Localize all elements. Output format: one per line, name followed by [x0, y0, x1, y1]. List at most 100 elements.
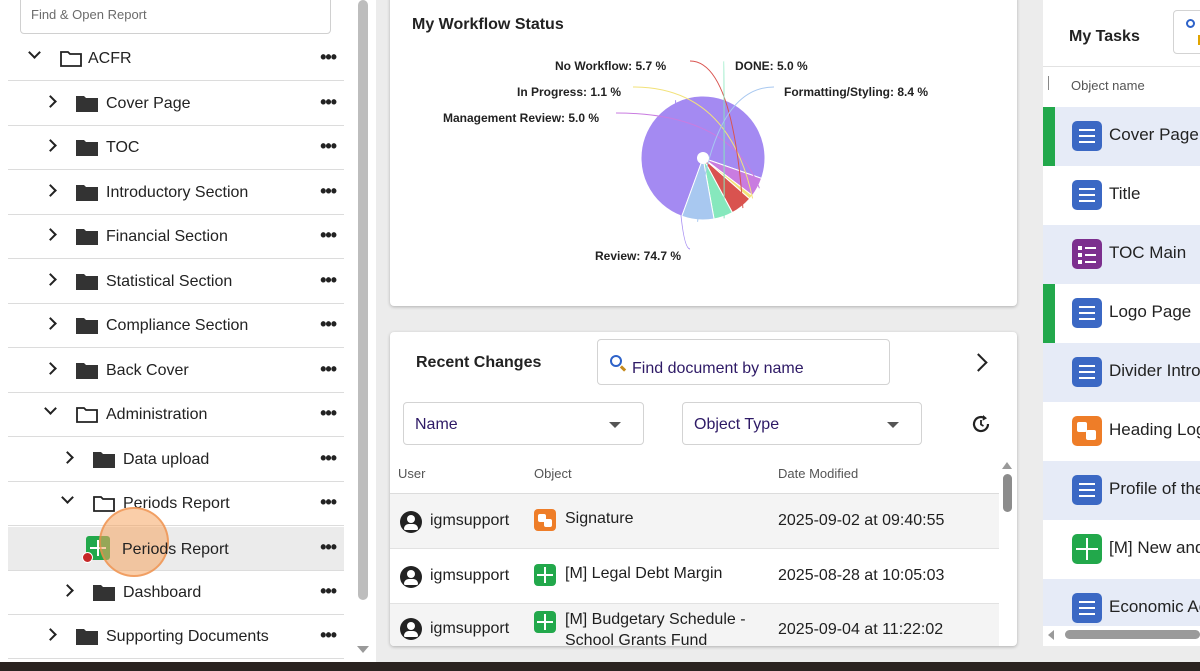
tree-label: Cover Page	[106, 95, 191, 112]
task-row[interactable]: Profile of the	[1043, 461, 1200, 520]
tree-item-periods-report[interactable]: Periods Report •••	[8, 507, 344, 577]
tree-item-introductory-section[interactable]: Introductory Section •••	[8, 171, 344, 215]
tree-item-periods-report-folder[interactable]: Periods Report •••	[8, 482, 344, 526]
tasks-horizontal-scrollbar[interactable]	[1065, 630, 1200, 639]
card-title: Recent Changes	[416, 354, 542, 371]
tree-root-acfr[interactable]: ACFR •••	[8, 37, 344, 81]
pie-label-no-workflow: No Workflow: 5.7 %	[555, 59, 667, 73]
more-options-icon[interactable]: •••	[320, 582, 337, 600]
chevron-right-icon[interactable]	[44, 628, 57, 641]
folder-icon	[76, 629, 98, 645]
status-indicator	[1043, 107, 1055, 166]
tree-item-statistical-section[interactable]: Statistical Section •••	[8, 260, 344, 304]
tree-item-supporting-documents[interactable]: Supporting Documents •••	[8, 615, 344, 659]
pie-label-review: Review: 74.7 %	[595, 249, 682, 263]
more-options-icon[interactable]: •••	[320, 182, 337, 200]
filter-name-select[interactable]: Name	[403, 402, 644, 445]
chevron-right-icon[interactable]	[44, 184, 57, 197]
chevron-down-icon[interactable]	[28, 46, 41, 59]
task-row[interactable]: Divider Intro	[1043, 343, 1200, 402]
chevron-right-icon[interactable]	[44, 228, 57, 241]
image-object-icon	[534, 509, 556, 531]
user-icon	[400, 511, 422, 533]
tree-label: Compliance Section	[106, 317, 249, 334]
filter-object-type-select[interactable]: Object Type	[682, 402, 922, 445]
scroll-left-icon[interactable]	[1048, 630, 1054, 640]
image-object-icon	[1072, 416, 1102, 446]
tree-label: Financial Section	[106, 228, 228, 245]
more-options-icon[interactable]: •••	[320, 48, 337, 66]
column-header-object-name[interactable]: Object name	[1071, 78, 1145, 93]
column-header-object[interactable]: Object	[534, 466, 572, 481]
column-header-user[interactable]: User	[398, 466, 425, 481]
task-row[interactable]: Heading Log	[1043, 402, 1200, 461]
pie-label-formatting: Formatting/Styling: 8.4 %	[784, 85, 929, 99]
column-header-date[interactable]: Date Modified	[778, 466, 858, 481]
document-icon	[1072, 180, 1102, 210]
document-icon	[1072, 593, 1102, 623]
chevron-right-icon[interactable]	[44, 362, 57, 375]
tasks-search-input[interactable]	[1173, 10, 1200, 54]
refresh-icon[interactable]	[970, 413, 992, 435]
tree-item-dashboard[interactable]: Dashboard •••	[8, 571, 344, 615]
chevron-right-icon[interactable]	[61, 451, 74, 464]
pie-label-in-progress: In Progress: 1.1 %	[517, 85, 622, 99]
spreadsheet-icon	[1072, 534, 1102, 564]
tree-item-back-cover[interactable]: Back Cover •••	[8, 349, 344, 393]
find-document-input[interactable]: Find document by name	[597, 339, 890, 385]
table-row[interactable]: igmsupport [M] Budgetary Schedule - Scho…	[390, 604, 999, 646]
tree-label: Administration	[106, 406, 208, 423]
more-options-icon[interactable]: •••	[320, 226, 337, 244]
more-options-icon[interactable]: •••	[320, 271, 337, 289]
folder-open-icon	[93, 496, 115, 512]
toc-list-icon	[1072, 239, 1102, 269]
more-options-icon[interactable]: •••	[320, 137, 337, 155]
tree-item-toc[interactable]: TOC •••	[8, 126, 344, 170]
folder-icon	[93, 585, 115, 601]
chevron-down-icon[interactable]	[44, 402, 57, 415]
more-options-icon[interactable]: •••	[320, 360, 337, 378]
more-options-icon[interactable]: •••	[320, 315, 337, 333]
tree-item-administration[interactable]: Administration •••	[8, 393, 344, 437]
chevron-down-icon[interactable]	[61, 491, 74, 504]
chevron-right-icon[interactable]	[44, 139, 57, 152]
scroll-down-icon[interactable]	[357, 646, 369, 653]
chevron-right-icon[interactable]	[61, 584, 74, 597]
folder-icon	[76, 96, 98, 112]
task-row[interactable]: Cover Page	[1043, 107, 1200, 166]
scroll-up-icon[interactable]	[1002, 462, 1012, 469]
tree-label: Data upload	[123, 451, 210, 468]
find-report-input[interactable]: Find & Open Report	[20, 0, 331, 34]
tree-item-data-upload[interactable]: Data upload •••	[8, 438, 344, 482]
table-row[interactable]: igmsupport Signature 2025-09-02 at 09:40…	[390, 494, 999, 549]
chevron-down-icon	[609, 422, 621, 428]
table-row[interactable]: igmsupport [M] Legal Debt Margin 2025-08…	[390, 549, 999, 604]
more-options-icon[interactable]: •••	[320, 626, 337, 644]
task-row[interactable]: Logo Page	[1043, 284, 1200, 343]
pie-label-done: DONE: 5.0 %	[735, 59, 808, 73]
more-options-icon[interactable]: •••	[320, 449, 337, 467]
table-scrollbar[interactable]	[1003, 474, 1012, 512]
chevron-right-icon[interactable]	[969, 353, 988, 372]
more-options-icon[interactable]: •••	[320, 493, 337, 511]
more-options-icon[interactable]: •••	[320, 404, 337, 422]
recent-changes-card: Recent Changes Find document by name Nam…	[390, 332, 1017, 646]
tree-label: Dashboard	[123, 584, 202, 601]
chevron-right-icon[interactable]	[44, 273, 57, 286]
task-row[interactable]: Title	[1043, 166, 1200, 225]
task-row[interactable]: TOC Main	[1043, 225, 1200, 284]
more-options-icon[interactable]: •••	[320, 538, 337, 556]
chevron-right-icon[interactable]	[44, 317, 57, 330]
tree-label: TOC	[106, 139, 140, 156]
chevron-right-icon[interactable]	[44, 95, 57, 108]
more-options-icon[interactable]: •••	[320, 93, 337, 111]
tree-item-cover-page[interactable]: Cover Page •••	[8, 82, 344, 126]
folder-icon	[76, 229, 98, 245]
sidebar-scrollbar[interactable]	[358, 0, 368, 600]
document-icon	[1072, 121, 1102, 151]
tree-item-compliance-section[interactable]: Compliance Section •••	[8, 304, 344, 348]
panel-title: My Tasks	[1069, 28, 1140, 45]
task-row[interactable]: [M] New and	[1043, 520, 1200, 579]
tree-item-financial-section[interactable]: Financial Section •••	[8, 215, 344, 259]
lock-badge-icon	[82, 552, 93, 563]
